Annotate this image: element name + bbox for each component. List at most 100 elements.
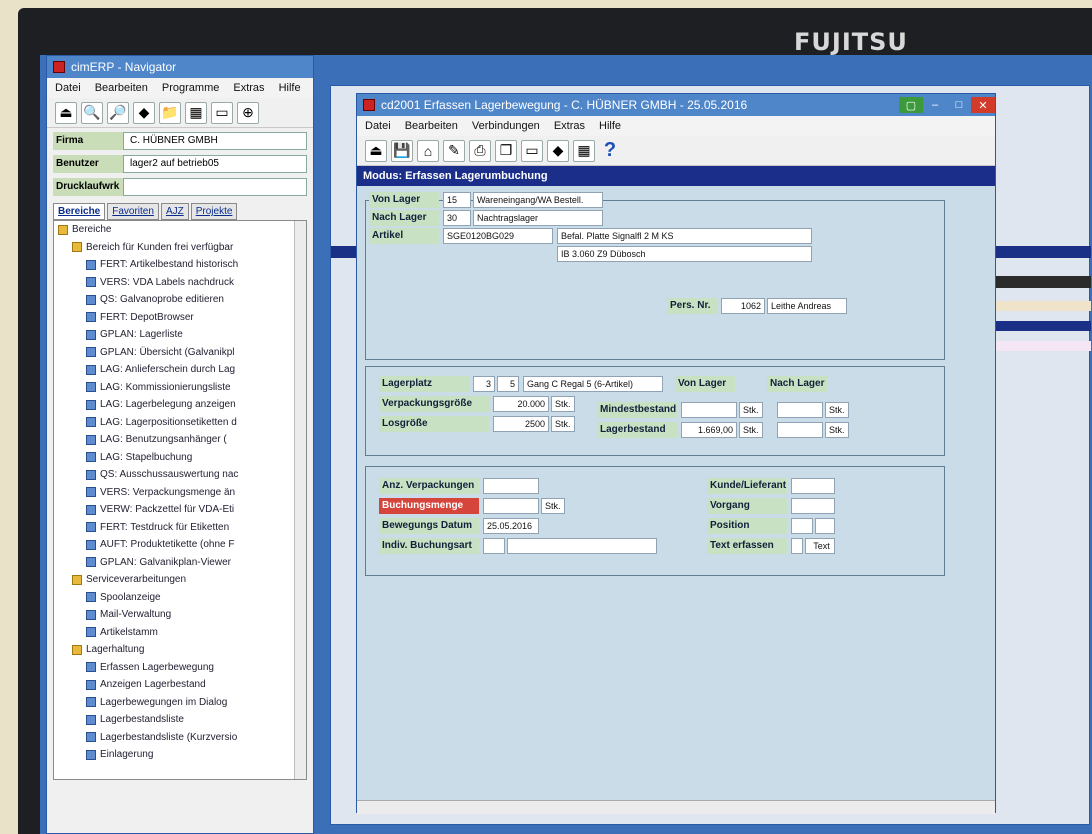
tree-item[interactable]: LAG: Lagerpositionsetiketten d bbox=[54, 414, 306, 432]
tree-item[interactable]: GPLAN: Lagerliste bbox=[54, 326, 306, 344]
firma-field[interactable]: C. HÜBNER GMBH bbox=[123, 132, 307, 150]
von-lager-code-field[interactable]: 15 bbox=[443, 192, 471, 208]
tree-item[interactable]: Einlagerung bbox=[54, 746, 306, 764]
home-icon[interactable]: ⌂ bbox=[417, 139, 439, 162]
buchungsmenge-field[interactable] bbox=[483, 498, 539, 514]
tree-item[interactable]: VERS: VDA Labels nachdruck bbox=[54, 274, 306, 292]
menu-bearbeiten[interactable]: Bearbeiten bbox=[95, 82, 148, 94]
mindestbestand-field[interactable] bbox=[681, 402, 737, 418]
tree-item[interactable]: AUFT: Produktetikette (ohne F bbox=[54, 536, 306, 554]
tree-item[interactable]: Spoolanzeige bbox=[54, 589, 306, 607]
calculator-icon[interactable]: ▦ bbox=[573, 139, 595, 162]
folder-icon[interactable]: 📁 bbox=[159, 101, 181, 124]
pers-nr-field[interactable]: 1062 bbox=[721, 298, 765, 314]
tree-item[interactable]: FERT: Testdruck für Etiketten bbox=[54, 519, 306, 537]
copy-icon[interactable]: ❐ bbox=[495, 139, 517, 162]
lagerplatz-a-field[interactable]: 3 bbox=[473, 376, 495, 392]
kunde-lieferant-field[interactable] bbox=[791, 478, 835, 494]
help-icon[interactable]: ? bbox=[599, 139, 621, 162]
menu-hilfe[interactable]: Hilfe bbox=[599, 120, 621, 132]
verpackungsgroesse-field[interactable]: 20.000 bbox=[493, 396, 549, 412]
tree-item[interactable]: QS: Ausschussauswertung nac bbox=[54, 466, 306, 484]
tree-item[interactable]: LAG: Lagerbelegung anzeigen bbox=[54, 396, 306, 414]
tree-item[interactable]: FERT: Artikelbestand historisch bbox=[54, 256, 306, 274]
mindestbestand-field-2[interactable] bbox=[777, 402, 823, 418]
tree-item[interactable]: Lagerhaltung bbox=[54, 641, 306, 659]
window-icon[interactable]: ▭ bbox=[521, 139, 543, 162]
tree-item[interactable]: Bereiche bbox=[54, 221, 306, 239]
maximize-icon[interactable]: □ bbox=[947, 97, 971, 113]
tab-projekte[interactable]: Projekte bbox=[190, 203, 238, 220]
tree-item[interactable]: Lagerbewegungen im Dialog bbox=[54, 694, 306, 712]
menu-programme[interactable]: Programme bbox=[162, 82, 219, 94]
tree-item[interactable]: LAG: Benutzungsanhänger ( bbox=[54, 431, 306, 449]
exit-icon[interactable]: ⏏ bbox=[55, 101, 77, 124]
indiv-buchungsart-code-field[interactable] bbox=[483, 538, 505, 554]
restore-icon[interactable]: ▢ bbox=[899, 97, 923, 113]
tree-item[interactable]: Artikelstamm bbox=[54, 624, 306, 642]
vorgang-field[interactable] bbox=[791, 498, 835, 514]
tree-item[interactable]: GPLAN: Übersicht (Galvanikpl bbox=[54, 344, 306, 362]
menu-extras[interactable]: Extras bbox=[554, 120, 585, 132]
program-icon bbox=[86, 609, 96, 620]
menu-bearbeiten[interactable]: Bearbeiten bbox=[405, 120, 458, 132]
menu-hilfe[interactable]: Hilfe bbox=[279, 82, 301, 94]
bewegungs-datum-field[interactable]: 25.05.2016 bbox=[483, 518, 539, 534]
tab-ajz[interactable]: AJZ bbox=[160, 203, 189, 220]
text-erfassen-checkbox[interactable] bbox=[791, 538, 803, 554]
benutzer-field[interactable]: lager2 auf betrieb05 bbox=[123, 155, 307, 173]
drucklaufwerk-field[interactable] bbox=[123, 178, 307, 196]
tree-item[interactable]: Serviceverarbeitungen bbox=[54, 571, 306, 589]
minimize-icon[interactable]: – bbox=[923, 97, 947, 113]
text-erfassen-button[interactable]: Text bbox=[805, 538, 835, 554]
tree-scrollbar[interactable] bbox=[294, 221, 306, 779]
tree-item[interactable]: Lagerbestandsliste (Kurzversio bbox=[54, 729, 306, 747]
menu-datei[interactable]: Datei bbox=[365, 120, 391, 132]
artikel-field[interactable]: SGE0120BG029 bbox=[443, 228, 553, 244]
tree-item[interactable]: LAG: Kommissionierungsliste bbox=[54, 379, 306, 397]
menu-datei[interactable]: Datei bbox=[55, 82, 81, 94]
indiv-buchungsart-text-field[interactable] bbox=[507, 538, 657, 554]
tree-item[interactable]: Anzeigen Lagerbestand bbox=[54, 676, 306, 694]
print-icon[interactable]: ⎙ bbox=[469, 139, 491, 162]
tab-bereiche[interactable]: Bereiche bbox=[53, 203, 106, 220]
window-icon[interactable]: ▭ bbox=[211, 101, 233, 124]
tree-item[interactable]: VERW: Packzettel für VDA-Eti bbox=[54, 501, 306, 519]
tree-item[interactable]: VERS: Verpackungsmenge än bbox=[54, 484, 306, 502]
lagerplatz-b-field[interactable]: 5 bbox=[497, 376, 519, 392]
find-next-icon[interactable]: 🔎 bbox=[107, 101, 129, 124]
main-horizontal-scrollbar[interactable] bbox=[357, 800, 995, 814]
tree-item[interactable]: LAG: Anlieferschein durch Lag bbox=[54, 361, 306, 379]
close-icon[interactable]: ✕ bbox=[971, 97, 995, 113]
position-field-2[interactable] bbox=[815, 518, 835, 534]
losgroesse-field[interactable]: 2500 bbox=[493, 416, 549, 432]
menu-extras[interactable]: Extras bbox=[233, 82, 264, 94]
position-field-1[interactable] bbox=[791, 518, 813, 534]
navigator-titlebar[interactable]: cimERP - Navigator bbox=[47, 56, 313, 78]
search-icon[interactable]: 🔍 bbox=[81, 101, 103, 124]
tree-item[interactable]: Lagerbestandsliste bbox=[54, 711, 306, 729]
tree-item[interactable]: Mail-Verwaltung bbox=[54, 606, 306, 624]
tag-icon[interactable]: ◆ bbox=[547, 139, 569, 162]
anz-verpackungen-field[interactable] bbox=[483, 478, 539, 494]
nach-lager-code-field[interactable]: 30 bbox=[443, 210, 471, 226]
exit-icon[interactable]: ⏏ bbox=[365, 139, 387, 162]
navigator-menubar: Datei Bearbeiten Programme Extras Hilfe bbox=[47, 78, 313, 98]
artikel-desc2-field: IB 3.060 Z9 Dübosch bbox=[557, 246, 812, 262]
tree-item[interactable]: Bereich für Kunden frei verfügbar bbox=[54, 239, 306, 257]
menu-verbindungen[interactable]: Verbindungen bbox=[472, 120, 540, 132]
edit-icon[interactable]: ✎ bbox=[443, 139, 465, 162]
program-icon bbox=[86, 697, 96, 708]
tree-item[interactable]: FERT: DepotBrowser bbox=[54, 309, 306, 327]
tag-icon[interactable]: ◆ bbox=[133, 101, 155, 124]
tab-favoriten[interactable]: Favoriten bbox=[107, 203, 159, 220]
add-icon[interactable]: ⊕ bbox=[237, 101, 259, 124]
tree-item[interactable]: QS: Galvanoprobe editieren bbox=[54, 291, 306, 309]
save-icon[interactable]: 💾 bbox=[391, 139, 413, 162]
tree-item[interactable]: LAG: Stapelbuchung bbox=[54, 449, 306, 467]
tree-item[interactable]: GPLAN: Galvanikplan-Viewer bbox=[54, 554, 306, 572]
tree-item[interactable]: Erfassen Lagerbewegung bbox=[54, 659, 306, 677]
calculator-icon[interactable]: ▦ bbox=[185, 101, 207, 124]
tree-item-label: Erfassen Lagerbewegung bbox=[100, 661, 214, 673]
main-titlebar[interactable]: cd2001 Erfassen Lagerbewegung - C. HÜBNE… bbox=[357, 94, 995, 116]
